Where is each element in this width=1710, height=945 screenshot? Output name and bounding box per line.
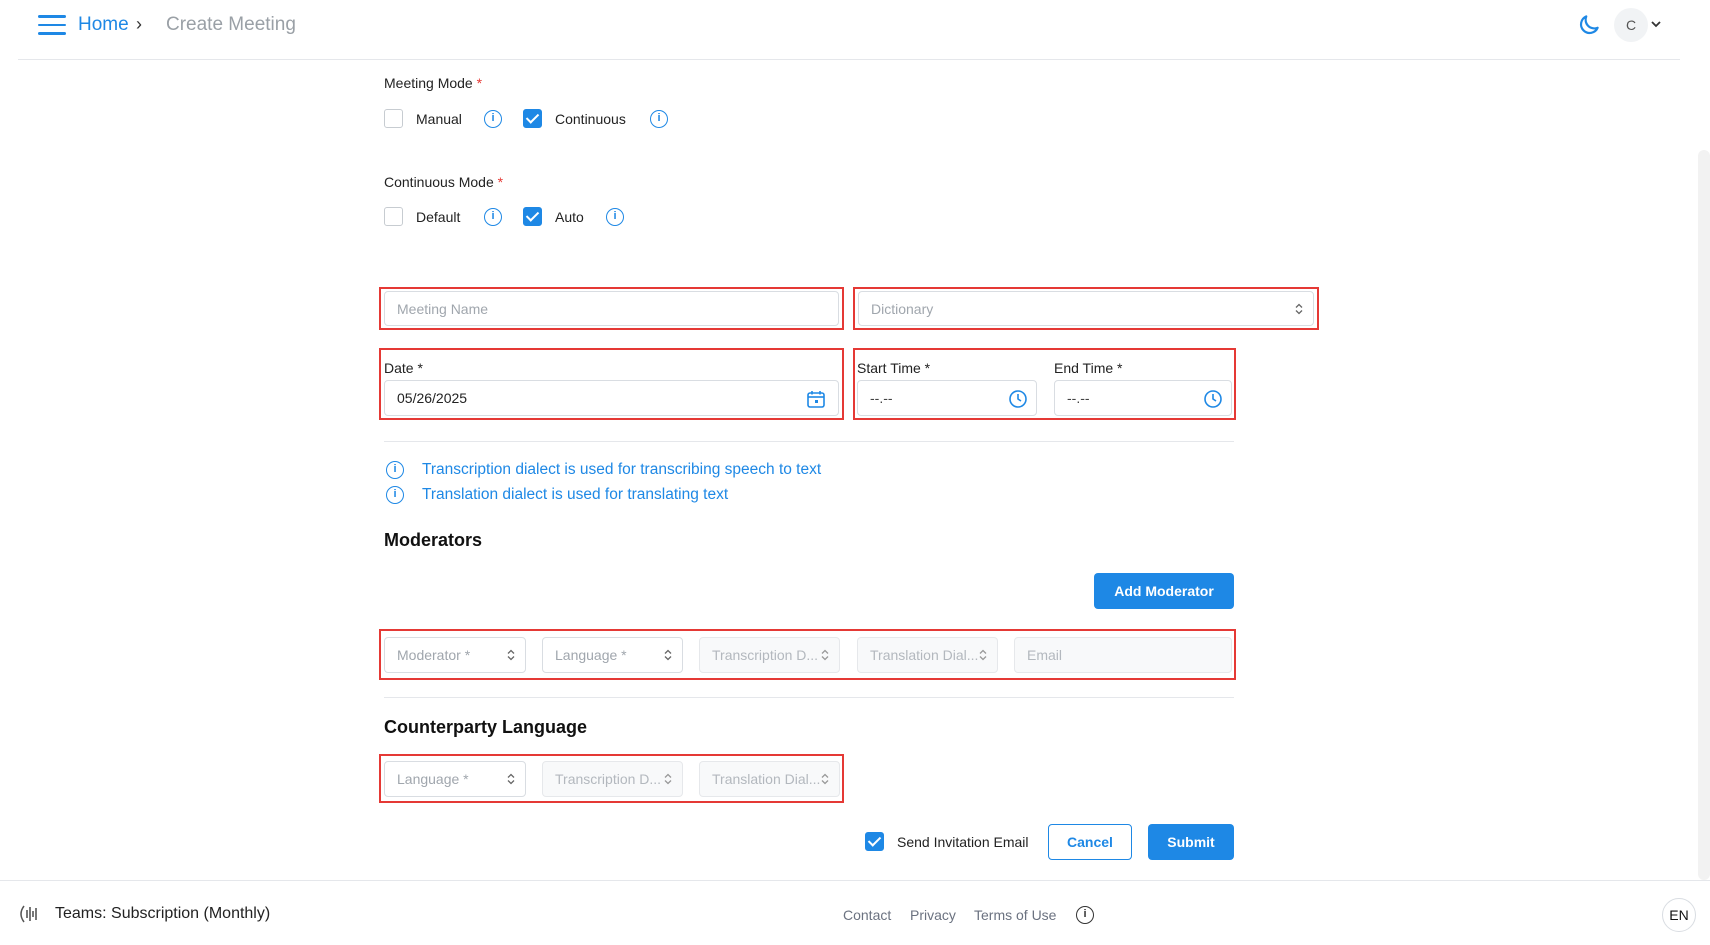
continuous-label: Continuous bbox=[555, 111, 626, 127]
add-moderator-button[interactable]: Add Moderator bbox=[1094, 573, 1234, 609]
select-arrows-icon bbox=[821, 649, 829, 661]
user-avatar[interactable]: C bbox=[1614, 8, 1648, 42]
scrollbar[interactable] bbox=[1698, 150, 1710, 880]
manual-checkbox[interactable] bbox=[384, 109, 403, 128]
manual-info-icon[interactable]: i bbox=[484, 110, 502, 128]
auto-label: Auto bbox=[555, 209, 584, 225]
breadcrumb-current: Create Meeting bbox=[166, 14, 296, 35]
select-arrows-icon bbox=[507, 773, 515, 785]
counterparty-language-title: Counterparty Language bbox=[384, 717, 588, 737]
language-switch-button[interactable]: EN bbox=[1662, 898, 1696, 932]
dark-mode-moon-icon[interactable] bbox=[1576, 12, 1602, 38]
moderator-email-input[interactable]: Email bbox=[1014, 637, 1232, 673]
chevron-down-icon[interactable] bbox=[1650, 18, 1662, 30]
submit-button[interactable]: Submit bbox=[1148, 824, 1234, 860]
default-info-icon[interactable]: i bbox=[484, 208, 502, 226]
breadcrumb-separator-icon: › bbox=[136, 14, 142, 34]
meeting-name-input[interactable]: Meeting Name bbox=[384, 291, 839, 326]
moderators-title: Moderators bbox=[384, 530, 483, 550]
privacy-link[interactable]: Privacy bbox=[910, 907, 956, 923]
divider bbox=[384, 697, 1234, 698]
send-invitation-label: Send Invitation Email bbox=[897, 834, 1029, 850]
transcription-note: Transcription dialect is used for transc… bbox=[422, 461, 822, 478]
moderator-transcription-dialect-select[interactable]: Transcription D... bbox=[699, 637, 840, 673]
date-label: Date * bbox=[384, 360, 423, 376]
subscription-text: Teams: Subscription (Monthly) bbox=[55, 905, 271, 922]
select-arrows-icon bbox=[1295, 303, 1303, 314]
date-input[interactable]: 05/26/2025 bbox=[384, 380, 839, 416]
calendar-icon[interactable] bbox=[806, 389, 826, 409]
moderator-translation-dialect-select[interactable]: Translation Dial... bbox=[857, 637, 998, 673]
translation-note-info-icon: i bbox=[386, 486, 404, 504]
select-arrows-icon bbox=[664, 649, 672, 661]
counterparty-language-select[interactable]: Language * bbox=[384, 761, 526, 797]
breadcrumb-home[interactable]: Home bbox=[78, 14, 129, 36]
end-time-input[interactable]: --.-- bbox=[1054, 380, 1232, 416]
page: Home › Create Meeting C Meeting Mode * M… bbox=[0, 0, 1710, 945]
meeting-mode-label: Meeting Mode * bbox=[384, 75, 483, 91]
cancel-button[interactable]: Cancel bbox=[1048, 824, 1132, 860]
clock-icon[interactable] bbox=[1008, 389, 1028, 409]
continuous-checkbox[interactable] bbox=[523, 109, 542, 128]
start-time-label: Start Time * bbox=[857, 360, 931, 376]
manual-label: Manual bbox=[416, 111, 462, 127]
transcription-note-info-icon: i bbox=[386, 461, 404, 479]
select-arrows-icon bbox=[821, 773, 829, 785]
auto-checkbox[interactable] bbox=[523, 207, 542, 226]
auto-info-icon[interactable]: i bbox=[606, 208, 624, 226]
terms-of-use-link[interactable]: Terms of Use bbox=[974, 907, 1056, 923]
footer-info-icon[interactable]: i bbox=[1076, 906, 1094, 924]
top-bar: Home › Create Meeting C bbox=[18, 0, 1680, 60]
moderator-language-select[interactable]: Language * bbox=[542, 637, 683, 673]
end-time-label: End Time * bbox=[1054, 360, 1123, 376]
footer: Teams: Subscription (Monthly) Contact Pr… bbox=[0, 880, 1710, 945]
select-arrows-icon bbox=[979, 649, 987, 661]
dictionary-select[interactable]: Dictionary bbox=[858, 291, 1314, 326]
send-invitation-checkbox[interactable] bbox=[865, 832, 884, 851]
select-arrows-icon bbox=[664, 773, 672, 785]
contact-link[interactable]: Contact bbox=[843, 907, 891, 923]
start-time-input[interactable]: --.-- bbox=[857, 380, 1037, 416]
default-label: Default bbox=[416, 209, 461, 225]
divider bbox=[384, 441, 1234, 442]
default-checkbox[interactable] bbox=[384, 207, 403, 226]
hamburger-menu-icon[interactable] bbox=[38, 15, 66, 37]
counterparty-transcription-dialect-select[interactable]: Transcription D... bbox=[542, 761, 683, 797]
counterparty-translation-dialect-select[interactable]: Translation Dial... bbox=[699, 761, 840, 797]
continuous-info-icon[interactable]: i bbox=[650, 110, 668, 128]
clock-icon[interactable] bbox=[1203, 389, 1223, 409]
continuous-mode-label: Continuous Mode * bbox=[384, 174, 504, 190]
select-arrows-icon bbox=[507, 649, 515, 661]
app-logo-icon bbox=[20, 905, 37, 923]
translation-note: Translation dialect is used for translat… bbox=[422, 486, 729, 503]
moderator-select[interactable]: Moderator * bbox=[384, 637, 526, 673]
